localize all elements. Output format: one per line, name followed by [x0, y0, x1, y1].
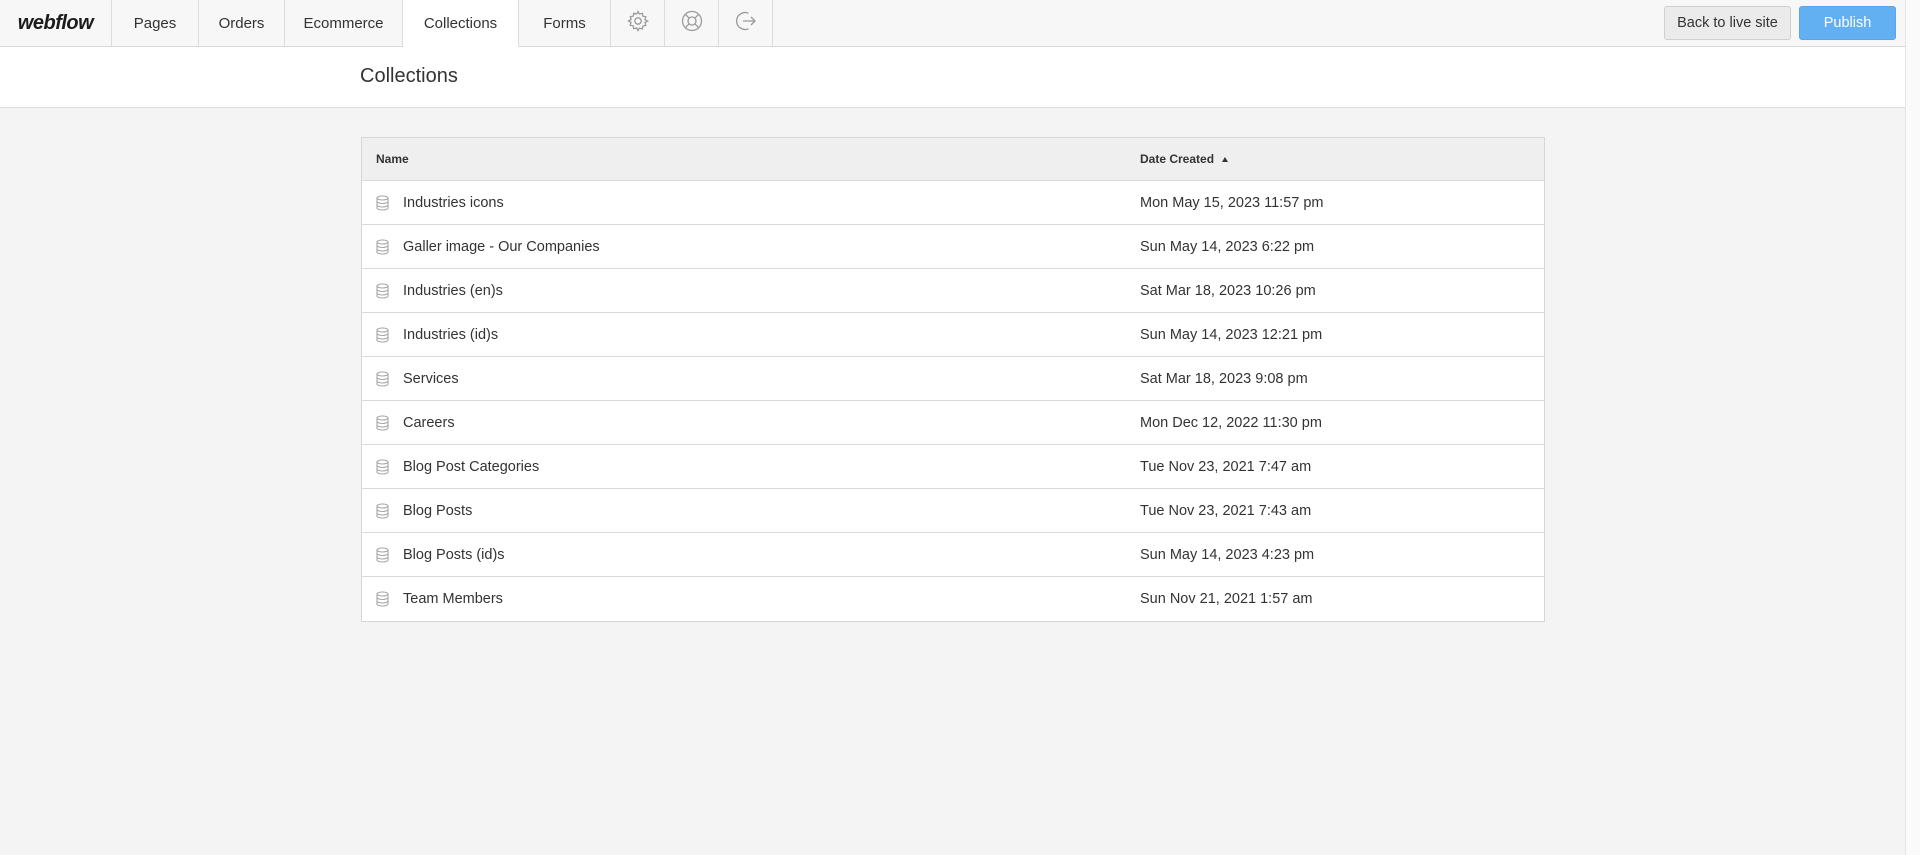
- database-icon: [376, 502, 390, 519]
- table-body: Industries icons Mon May 15, 2023 11:57 …: [362, 181, 1544, 621]
- collection-name-cell: Industries (id)s: [362, 327, 1140, 343]
- back-to-live-site-button[interactable]: Back to live site: [1664, 6, 1791, 40]
- tab-ecommerce[interactable]: Ecommerce: [285, 0, 403, 46]
- top-actions: Back to live site Publish: [1664, 6, 1896, 40]
- help-lifebuoy-icon: [680, 9, 704, 38]
- tab-orders[interactable]: Orders: [199, 0, 285, 46]
- collection-date-created: Sun May 14, 2023 6:22 pm: [1140, 238, 1315, 255]
- collection-name: Blog Post Categories: [403, 458, 540, 475]
- database-icon: [376, 238, 390, 255]
- database-icon: [376, 591, 390, 607]
- database-icon: [376, 546, 390, 563]
- database-icon: [376, 414, 390, 431]
- logout-icon: [734, 9, 758, 38]
- collection-name-cell: Industries icons: [362, 195, 1140, 211]
- table-header: Name Date Created: [362, 138, 1544, 181]
- collection-name-cell: Industries (en)s: [362, 283, 1140, 299]
- collection-name: Industries icons: [403, 194, 504, 211]
- tab-pages[interactable]: Pages: [112, 0, 199, 46]
- table-row[interactable]: Blog Post Categories Tue Nov 23, 2021 7:…: [362, 445, 1544, 489]
- collection-date-created: Sat Mar 18, 2023 9:08 pm: [1140, 370, 1308, 387]
- table-row[interactable]: Team Members Sun Nov 21, 2021 1:57 am: [362, 577, 1544, 621]
- collection-date-created: Sat Mar 18, 2023 10:26 pm: [1140, 282, 1316, 299]
- table-row[interactable]: Blog Posts (id)s Sun May 14, 2023 4:23 p…: [362, 533, 1544, 577]
- collection-name-cell: Galler image - Our Companies: [362, 239, 1140, 255]
- database-icon: [376, 326, 390, 343]
- collection-name: Blog Posts (id)s: [403, 546, 505, 563]
- collection-date-created: Tue Nov 23, 2021 7:47 am: [1140, 458, 1312, 475]
- collection-name-cell: Blog Posts: [362, 503, 1140, 519]
- collection-date-created: Tue Nov 23, 2021 7:43 am: [1140, 502, 1312, 519]
- database-icon: [376, 194, 390, 211]
- top-bar: webflow Pages Orders Ecommerce Collectio…: [0, 0, 1905, 47]
- collection-name: Galler image - Our Companies: [403, 238, 600, 255]
- table-row[interactable]: Industries (id)s Sun May 14, 2023 12:21 …: [362, 313, 1544, 357]
- table-row[interactable]: Careers Mon Dec 12, 2022 11:30 pm: [362, 401, 1544, 445]
- table-row[interactable]: Industries (en)s Sat Mar 18, 2023 10:26 …: [362, 269, 1544, 313]
- page-title: Collections: [360, 65, 458, 87]
- collection-date-created: Mon Dec 12, 2022 11:30 pm: [1140, 414, 1322, 431]
- collection-name: Industries (id)s: [403, 326, 499, 343]
- database-icon: [376, 370, 390, 387]
- collection-date-created: Sun May 14, 2023 12:21 pm: [1140, 326, 1323, 343]
- logout-button[interactable]: [719, 0, 773, 46]
- column-header-name[interactable]: Name: [362, 152, 1140, 166]
- tab-forms[interactable]: Forms: [519, 0, 611, 46]
- column-header-date-label: Date Created: [1140, 152, 1215, 166]
- gear-icon: [626, 9, 650, 38]
- collection-name: Team Members: [403, 591, 503, 607]
- sort-ascending-icon: [1222, 156, 1229, 162]
- collection-name: Services: [403, 370, 459, 387]
- table-row[interactable]: Galler image - Our Companies Sun May 14,…: [362, 225, 1544, 269]
- database-icon: [376, 282, 390, 299]
- table-row[interactable]: Blog Posts Tue Nov 23, 2021 7:43 am: [362, 489, 1544, 533]
- column-header-date-created[interactable]: Date Created: [1140, 152, 1229, 166]
- collections-table: Name Date Created Industries icons Mon M…: [361, 137, 1545, 622]
- collection-name: Careers: [403, 414, 455, 431]
- collection-date-created: Mon May 15, 2023 11:57 pm: [1140, 194, 1324, 211]
- page-header: Collections: [0, 47, 1905, 108]
- collection-name: Blog Posts: [403, 502, 473, 519]
- window-edge: [1905, 0, 1920, 855]
- collection-name-cell: Blog Post Categories: [362, 459, 1140, 475]
- collection-name-cell: Services: [362, 371, 1140, 387]
- settings-button[interactable]: [611, 0, 665, 46]
- app-window: webflow Pages Orders Ecommerce Collectio…: [0, 0, 1920, 855]
- publish-button[interactable]: Publish: [1799, 6, 1896, 40]
- help-button[interactable]: [665, 0, 719, 46]
- collection-name-cell: Blog Posts (id)s: [362, 547, 1140, 563]
- collection-date-created: Sun May 14, 2023 4:23 pm: [1140, 546, 1315, 563]
- collection-name: Industries (en)s: [403, 282, 503, 299]
- collection-name-cell: Careers: [362, 415, 1140, 431]
- webflow-logo[interactable]: webflow: [0, 0, 112, 46]
- table-row[interactable]: Industries icons Mon May 15, 2023 11:57 …: [362, 181, 1544, 225]
- tab-collections[interactable]: Collections: [403, 0, 519, 47]
- collection-name-cell: Team Members: [362, 591, 1140, 607]
- database-icon: [376, 458, 390, 475]
- collection-date-created: Sun Nov 21, 2021 1:57 am: [1140, 591, 1313, 607]
- table-row[interactable]: Services Sat Mar 18, 2023 9:08 pm: [362, 357, 1544, 401]
